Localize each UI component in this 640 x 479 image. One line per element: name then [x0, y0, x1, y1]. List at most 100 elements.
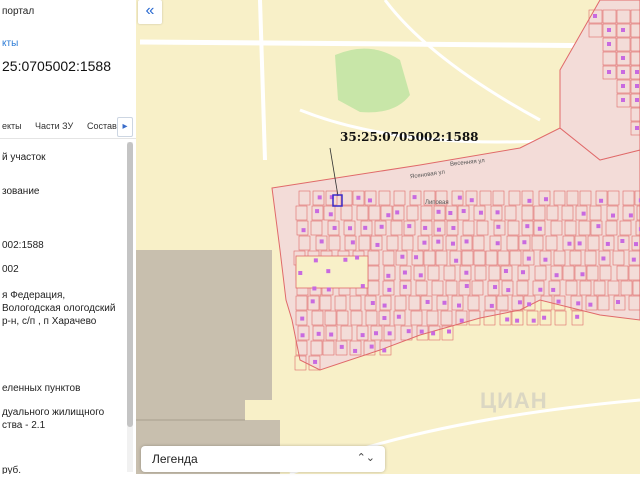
building — [339, 344, 344, 349]
building — [631, 257, 636, 262]
building — [329, 332, 334, 337]
building — [577, 241, 582, 246]
building — [542, 315, 547, 320]
building — [581, 211, 586, 216]
chevron-updown-icon: ⌃⌄ — [356, 452, 375, 464]
building — [355, 255, 360, 260]
building — [425, 299, 430, 304]
building — [551, 287, 556, 292]
building — [382, 303, 387, 308]
field-type: й участок — [2, 152, 46, 163]
field-category: еленных пунктов — [2, 383, 81, 394]
building — [621, 70, 625, 74]
building — [316, 331, 321, 336]
building — [363, 225, 368, 230]
building — [527, 302, 532, 307]
field-cost: руб. — [2, 465, 22, 474]
building — [593, 14, 597, 18]
objects-link[interactable]: кты — [2, 38, 18, 49]
building — [457, 195, 462, 200]
building — [457, 303, 462, 308]
cadastral-number: 25:0705002:1588 — [2, 58, 111, 74]
building — [620, 239, 625, 244]
tab-parts[interactable]: Части ЗУ — [35, 121, 73, 131]
building — [367, 198, 372, 203]
building — [369, 344, 374, 349]
building — [326, 287, 331, 292]
building — [567, 241, 572, 246]
building — [489, 303, 494, 308]
building — [319, 239, 324, 244]
building — [469, 198, 474, 203]
building — [538, 287, 543, 292]
building — [370, 301, 375, 306]
building — [601, 256, 606, 261]
street-label: Липовая — [425, 200, 449, 206]
building — [575, 314, 580, 319]
building — [406, 329, 411, 334]
building — [628, 213, 633, 218]
building — [515, 318, 520, 323]
building — [635, 98, 639, 102]
building — [506, 288, 511, 293]
scrollbar-thumb[interactable] — [127, 142, 133, 427]
building — [382, 316, 387, 321]
building — [526, 256, 531, 261]
building — [348, 226, 353, 231]
field-status: зование — [2, 186, 40, 197]
collapse-panel-button[interactable]: « — [138, 0, 162, 24]
building — [386, 273, 391, 278]
building — [527, 198, 532, 203]
building — [313, 359, 318, 364]
building — [423, 225, 428, 230]
building — [382, 348, 387, 353]
watermark: ЦИАН — [480, 388, 548, 413]
building — [387, 331, 392, 336]
building — [402, 270, 407, 275]
building — [422, 240, 427, 245]
field-cadnum: 002:1588 — [2, 240, 44, 251]
building — [522, 240, 527, 245]
building — [360, 284, 365, 289]
building — [317, 195, 322, 200]
building — [543, 257, 548, 262]
building — [300, 316, 305, 321]
tabs-next-icon[interactable]: ▸ — [117, 117, 133, 137]
building — [400, 254, 405, 259]
building — [607, 28, 611, 32]
building — [350, 240, 355, 245]
building — [464, 284, 469, 289]
panel-tabs: екты Части ЗУ Состав ▸ — [0, 114, 136, 139]
building — [419, 329, 424, 334]
building — [621, 28, 625, 32]
building — [621, 84, 625, 88]
building — [635, 126, 639, 130]
building — [402, 284, 407, 289]
building — [375, 242, 380, 247]
tab-objects[interactable]: екты — [2, 121, 22, 131]
building — [537, 226, 542, 231]
legend-label: Легенда — [152, 452, 198, 466]
building — [596, 224, 601, 229]
building — [436, 227, 441, 232]
building — [379, 224, 384, 229]
building — [495, 210, 500, 215]
building — [374, 331, 379, 336]
info-panel: портал кты 25:0705002:1588 екты Части ЗУ… — [0, 0, 136, 474]
building — [531, 318, 536, 323]
building — [554, 273, 559, 278]
building — [621, 98, 625, 102]
panel-scrollbar[interactable] — [127, 142, 133, 472]
building — [313, 258, 318, 263]
building — [493, 285, 498, 290]
building — [454, 258, 459, 263]
building — [588, 302, 593, 307]
tab-composition[interactable]: Состав — [87, 121, 117, 131]
field-use: дуального жилищного ства - 2.1 — [2, 407, 105, 431]
building — [634, 242, 639, 247]
legend-dropdown[interactable]: Легенда ⌃⌄ — [141, 446, 385, 472]
parcel-label: 35:25:0705002:1588 — [340, 130, 479, 144]
building — [448, 211, 453, 216]
building — [607, 42, 611, 46]
double-chevron-left-icon: « — [145, 2, 155, 19]
